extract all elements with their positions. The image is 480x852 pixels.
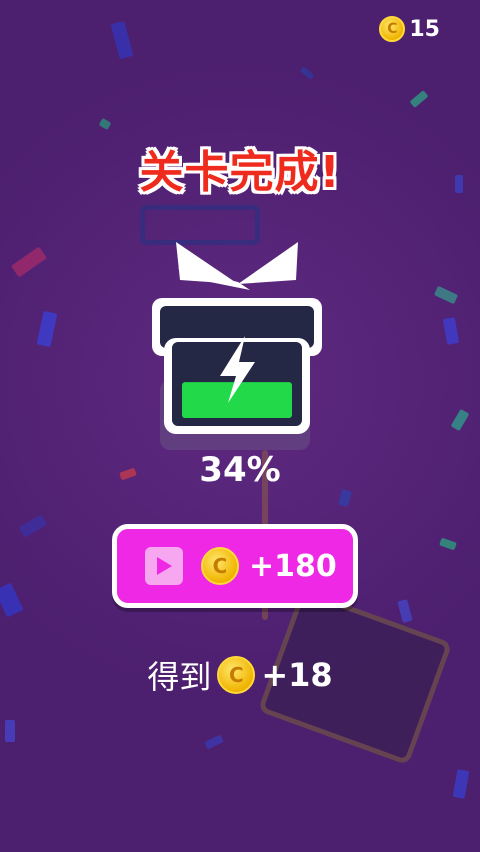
coin-icon: C — [379, 16, 406, 42]
video-reward: C +180 — [201, 547, 337, 585]
battery-progress-percent: 34% — [199, 450, 281, 490]
level-complete-title: 关卡完成! — [139, 147, 341, 198]
gift-bow-right-top — [238, 242, 298, 284]
coin-amount: 15 — [409, 16, 440, 42]
earn-label: 得到 — [147, 658, 212, 696]
earn-amount: +18 — [261, 656, 333, 694]
video-reward-amount: +180 — [249, 548, 337, 584]
gift-bow-left-top — [176, 242, 238, 284]
coin-icon: C — [217, 656, 256, 694]
coin-counter: C 15 — [379, 16, 440, 42]
play-icon — [145, 547, 183, 585]
coin-icon: C — [201, 547, 239, 585]
battery-gift-box — [150, 238, 325, 438]
watch-video-reward-button[interactable]: C +180 — [112, 524, 358, 608]
claim-reward-button[interactable]: 得到 C +18 — [0, 652, 480, 698]
